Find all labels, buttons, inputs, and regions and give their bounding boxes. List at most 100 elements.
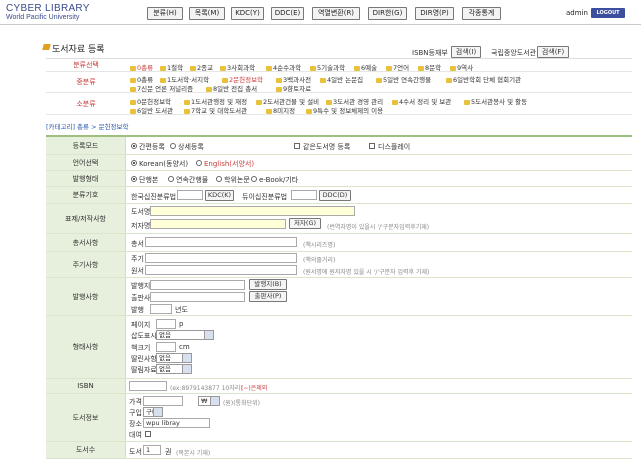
national-search-button[interactable]: 검색(F)	[537, 46, 569, 58]
location-text: 장소	[129, 420, 142, 428]
media-select[interactable]: 없음	[156, 364, 192, 374]
place-button[interactable]: 발행지(B)	[249, 279, 287, 290]
sub-cat-8[interactable]: 8미지정	[266, 105, 295, 115]
location-input[interactable]: wpu libray	[143, 418, 210, 428]
pages-text: 페이지	[131, 321, 151, 329]
author-input[interactable]	[150, 219, 286, 229]
note-input[interactable]	[145, 253, 297, 263]
row-notes: 주기사항 주기 (책의줄거리) 원서 (원서명에 원저자명 있을 시 '/'구분…	[46, 252, 632, 278]
kdc-button[interactable]: KDC(K)	[205, 190, 234, 201]
main-cat-2[interactable]: 2종교	[190, 62, 213, 72]
thesis-radio[interactable]	[216, 176, 222, 182]
main-cat-6[interactable]: 6예술	[354, 62, 377, 72]
kdc-input[interactable]	[177, 190, 203, 200]
isbn-warning: (~)은제외	[241, 385, 268, 392]
loan-checkbox[interactable]	[145, 431, 151, 437]
user-name: admin	[566, 9, 588, 17]
toolbar-kdc-button[interactable]: KDC(Y)	[231, 7, 264, 20]
main-cat-5[interactable]: 5기술과학	[310, 62, 345, 72]
sub-cat-5[interactable]: 5도서관봉사 및 활동	[464, 96, 527, 106]
author-text: 저자명	[131, 222, 151, 230]
main-category-row: 분류선택 0총류 1철학 2종교 3사회과학 4순수과학 5기술과학 6예술 7…	[46, 59, 632, 72]
attach-select[interactable]: 없음	[156, 353, 192, 363]
isbn-search-button[interactable]: 검색(I)	[451, 46, 481, 58]
kdc-text: 한국십진분류법	[131, 193, 177, 201]
method-select[interactable]: 구매	[143, 407, 163, 417]
same-title-checkbox[interactable]	[294, 143, 300, 149]
detail-reg-radio[interactable]	[170, 143, 176, 149]
illus-select[interactable]: 없음	[156, 330, 214, 340]
mid-cat-6[interactable]: 6일반학회 단체 협회기관	[446, 74, 521, 84]
main-cat-9[interactable]: 9역사	[450, 62, 473, 72]
year-text: 발행	[131, 306, 144, 314]
mid-cat-8[interactable]: 8일반 전집 총서	[206, 83, 257, 93]
pages-unit: p	[179, 320, 184, 328]
mid-cat-7[interactable]: 7신문 언론 저널리즘	[130, 83, 193, 93]
toolbar-stats-button[interactable]: 각종통계	[462, 7, 501, 20]
classcode-label: 분류기호	[46, 187, 126, 203]
row-language: 언어선택 Korean(동양서) English(서양서)	[46, 155, 632, 171]
ddc-text: 듀이십진분류법	[242, 193, 288, 201]
main-cat-7[interactable]: 7언어	[386, 62, 409, 72]
publisher-text: 출판사	[131, 294, 151, 302]
serial-radio[interactable]	[168, 176, 174, 182]
ddc-button[interactable]: DDC(D)	[319, 190, 351, 201]
sub-cat-6[interactable]: 6일반 도서관	[130, 105, 173, 115]
monograph-radio[interactable]	[131, 176, 137, 182]
series-input[interactable]	[145, 237, 297, 247]
place-input[interactable]	[150, 280, 245, 290]
toolbar-dir-kor-button[interactable]: DIR한(G)	[368, 7, 407, 20]
monograph-text: 단행본	[139, 176, 159, 184]
author-button[interactable]: 저자(G)	[289, 218, 321, 229]
toolbar-ddc-button[interactable]: DDC(E)	[271, 7, 304, 20]
sub-cat-9[interactable]: 9특수 및 정보체제의 이용	[306, 105, 383, 115]
isbn-register-label: ISBN등재부	[412, 49, 448, 57]
method-text: 구입	[129, 409, 142, 417]
toolbar-classify-button[interactable]: 분류(H)	[147, 7, 183, 20]
toolbar-reverse-button[interactable]: 역열변환(R)	[312, 7, 360, 20]
main-cat-4[interactable]: 4순수과학	[266, 62, 301, 72]
logout-button[interactable]: LOGOUT	[591, 8, 625, 18]
mid-cat-4[interactable]: 4일반 논문집	[320, 74, 363, 84]
price-text: 가격	[129, 398, 142, 406]
display-checkbox[interactable]	[369, 143, 375, 149]
size-input[interactable]	[156, 342, 176, 352]
isbn-label: ISBN	[46, 379, 126, 393]
toolbar-dir-eng-button[interactable]: DIR영(P)	[415, 7, 454, 20]
publisher-button[interactable]: 출판사(P)	[249, 291, 287, 302]
toolbar-catalog-button[interactable]: 목록(M)	[189, 7, 225, 20]
pages-input[interactable]	[156, 319, 176, 329]
isbn-input[interactable]	[129, 381, 167, 391]
author-hint: (번역자명이 있을시 '/'구분자입력후기재)	[327, 224, 430, 231]
app-logo-title[interactable]: CYBER LIBRARY	[6, 3, 90, 14]
sub-cat-7[interactable]: 7학교 및 대학도서관	[184, 105, 247, 115]
row-reg-mode: 등록모드 간편등록 상세등록 같은도서명 등록 디스플레이	[46, 137, 632, 155]
mid-cat-5[interactable]: 5일반 연속간행물	[376, 74, 431, 84]
korean-radio[interactable]	[131, 160, 137, 166]
main-cat-8[interactable]: 8문학	[418, 62, 441, 72]
ebook-radio[interactable]	[251, 176, 257, 182]
main-cat-0[interactable]: 0총류	[130, 62, 153, 72]
year-input[interactable]	[150, 304, 172, 314]
currency-select[interactable]: ₩	[198, 396, 220, 406]
row-title-author: 표제/저작사항 도서명 저자명 저자(G) (번역자명이 있을시 '/'구분자입…	[46, 204, 632, 234]
simple-reg-radio[interactable]	[131, 143, 137, 149]
media-text: 딸림자료	[131, 366, 157, 374]
english-radio[interactable]	[196, 160, 202, 166]
ddc-input[interactable]	[291, 190, 317, 200]
copies-input[interactable]: 1	[143, 445, 161, 455]
price-input[interactable]	[143, 396, 183, 406]
main-cat-1[interactable]: 1철학	[160, 62, 183, 72]
series-hint: (책시리즈명)	[303, 242, 336, 249]
thesis-text: 학위논문	[224, 176, 250, 184]
row-copies: 도서수 도서 1 권 (복본시 기재)	[46, 442, 632, 459]
place-text: 발행지	[131, 282, 151, 290]
ebook-text: e-Book/기타	[259, 176, 299, 184]
original-input[interactable]	[145, 265, 297, 275]
publisher-input[interactable]	[150, 292, 245, 302]
title-input[interactable]	[150, 206, 355, 216]
mid-cat-9[interactable]: 9향토자료	[276, 83, 311, 93]
sub-cat-4[interactable]: 4수서 정리 및 보관	[392, 96, 451, 106]
row-classcode: 분류기호 한국십진분류법 KDC(K) 듀이십진분류법 DDC(D)	[46, 187, 632, 204]
main-cat-3[interactable]: 3사회과학	[220, 62, 255, 72]
